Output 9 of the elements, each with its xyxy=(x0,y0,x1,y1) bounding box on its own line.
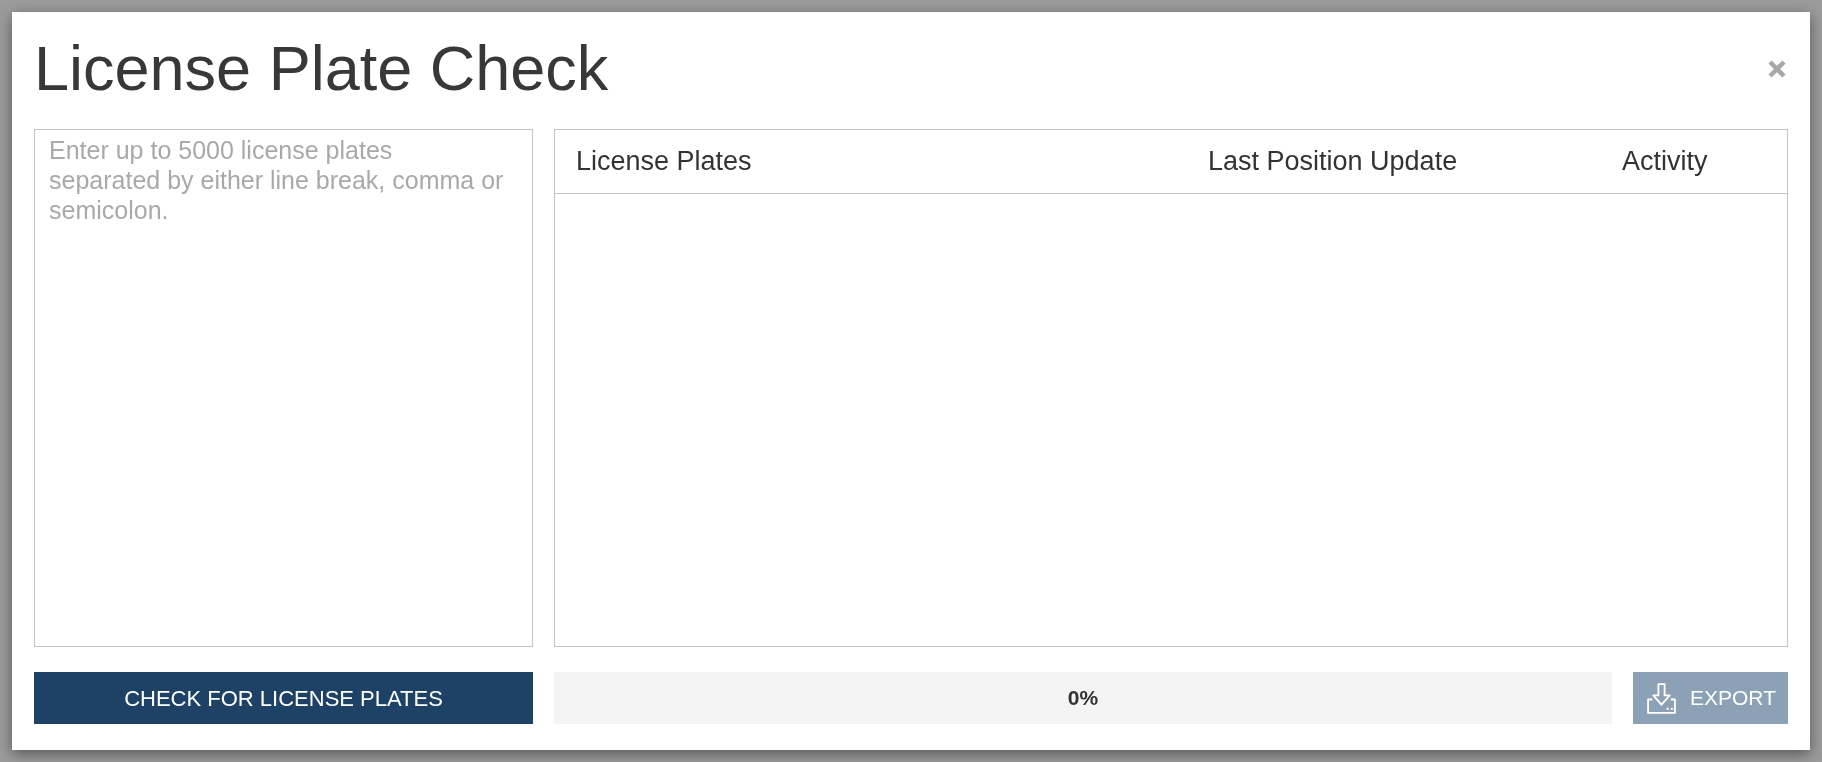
column-header: Last Position Update xyxy=(1208,145,1458,179)
close-icon xyxy=(1767,58,1787,79)
column-header: License Plates xyxy=(576,145,752,179)
progress-reading: 0% xyxy=(1067,685,1099,712)
column-header: Activity xyxy=(1622,145,1708,179)
plates-input[interactable]: Enter up to 5000 license plates separated by either line break, comma or semicolon. xyxy=(34,129,533,647)
dialog-title: License Plate Check xyxy=(34,37,609,100)
check-button[interactable]: CHECK FOR LICENSE PLATES xyxy=(34,672,533,724)
download-icon xyxy=(1645,681,1678,715)
